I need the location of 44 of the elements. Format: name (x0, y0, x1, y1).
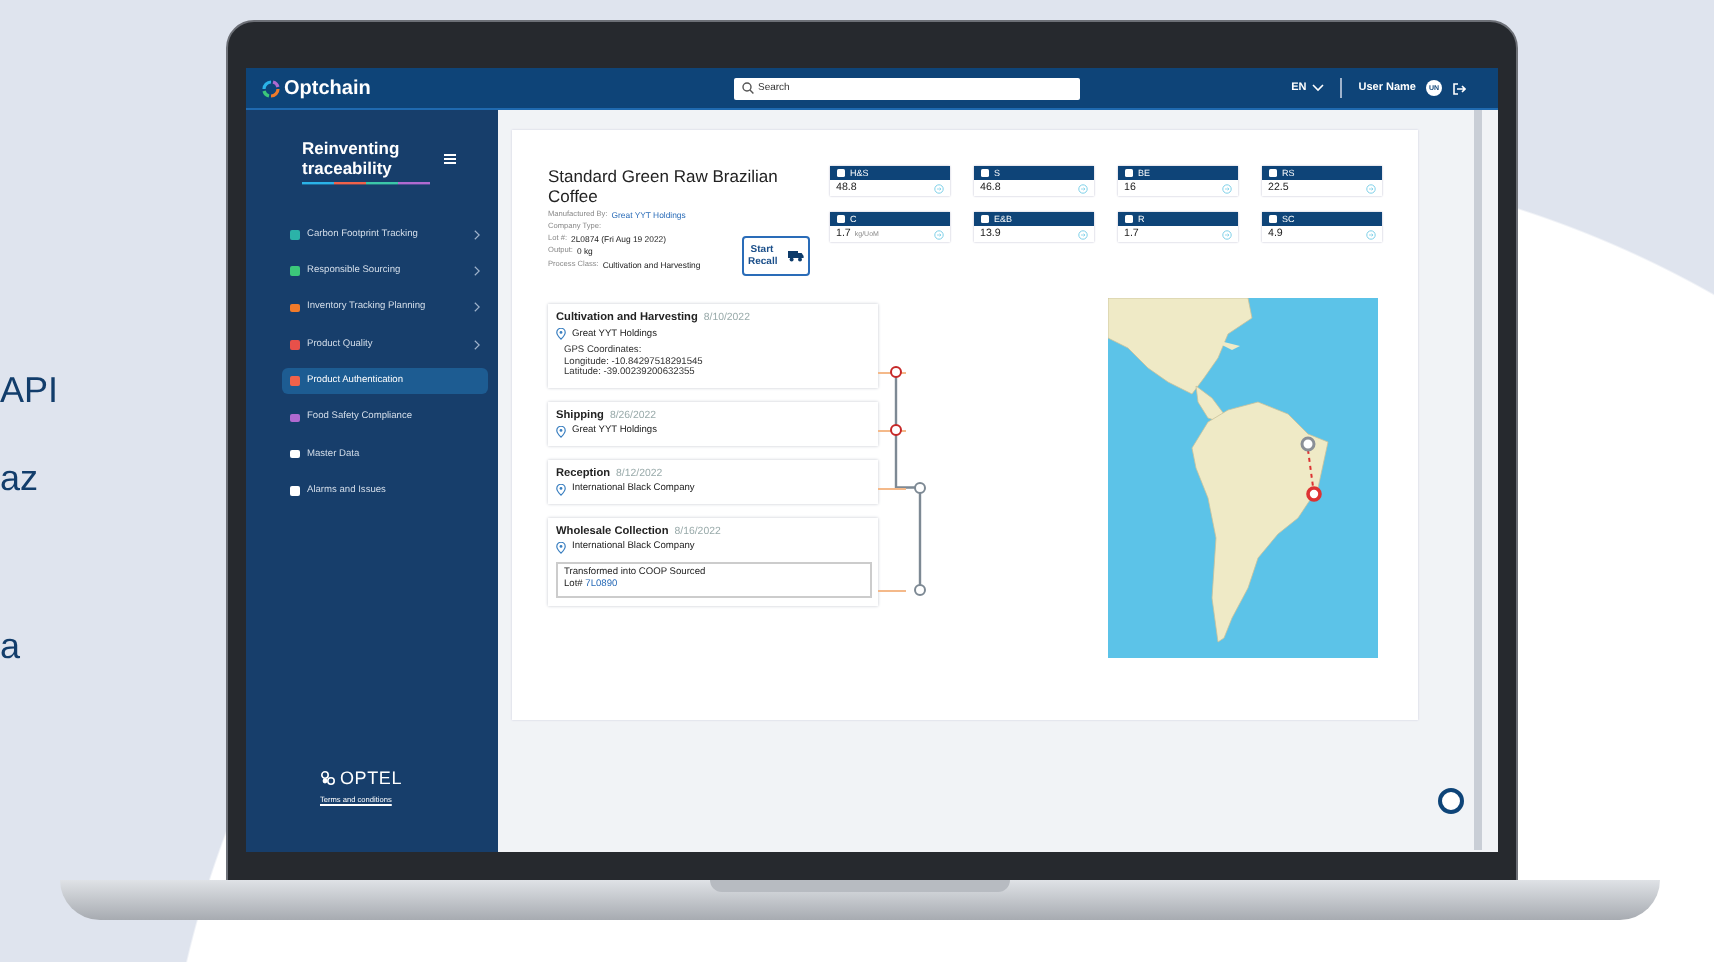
location-pin-icon (556, 328, 566, 340)
logo-icon (320, 770, 336, 786)
chevron-right-icon (474, 266, 480, 277)
brand-logo-text: OPTEL (340, 768, 403, 788)
metric-icon (1268, 214, 1278, 224)
timeline-node[interactable] (914, 583, 926, 596)
heading-text: API (0, 368, 59, 414)
heading-text: az (0, 456, 39, 502)
chevron-right-icon (474, 302, 480, 313)
logo-icon (262, 79, 280, 97)
metric-icon (980, 214, 990, 224)
timeline-node[interactable] (890, 423, 902, 436)
metric-icon (1268, 168, 1278, 178)
location-pin-icon (556, 483, 566, 496)
timeline-node[interactable] (914, 481, 926, 494)
location-pin-icon (556, 541, 566, 554)
circle-arrow-icon[interactable] (1222, 183, 1232, 193)
circle-arrow-icon[interactable] (934, 183, 944, 193)
circle-arrow-icon[interactable] (1222, 229, 1232, 239)
app-logo-text: Optchain (284, 77, 371, 99)
sidebar-title: Reinventing traceability (302, 138, 400, 178)
underline-decoration (302, 182, 430, 186)
product-title: Standard Green Raw Brazilian Coffee (548, 166, 780, 206)
circle-arrow-icon[interactable] (1078, 183, 1088, 193)
metric-icon (1124, 214, 1134, 224)
metric-icon (836, 168, 846, 178)
scrollbar[interactable] (1474, 110, 1482, 850)
chevron-right-icon (474, 229, 480, 240)
metric-icon (1124, 168, 1134, 178)
chevron-right-icon (474, 339, 480, 350)
circle-arrow-icon[interactable] (1366, 229, 1376, 239)
metric-icon (980, 168, 990, 178)
search-icon (742, 82, 754, 94)
chevron-down-icon (1312, 84, 1325, 92)
logout-icon[interactable] (1452, 81, 1466, 95)
circle-arrow-icon[interactable] (1078, 229, 1088, 239)
heading-text: a (0, 624, 21, 670)
circle-arrow-icon[interactable] (1366, 183, 1376, 193)
location-pin-icon (556, 425, 566, 438)
timeline-node[interactable] (890, 365, 902, 378)
truck-icon (788, 250, 804, 262)
circle-arrow-icon[interactable] (934, 229, 944, 239)
metric-icon (836, 214, 846, 224)
menu-icon[interactable] (443, 153, 456, 163)
